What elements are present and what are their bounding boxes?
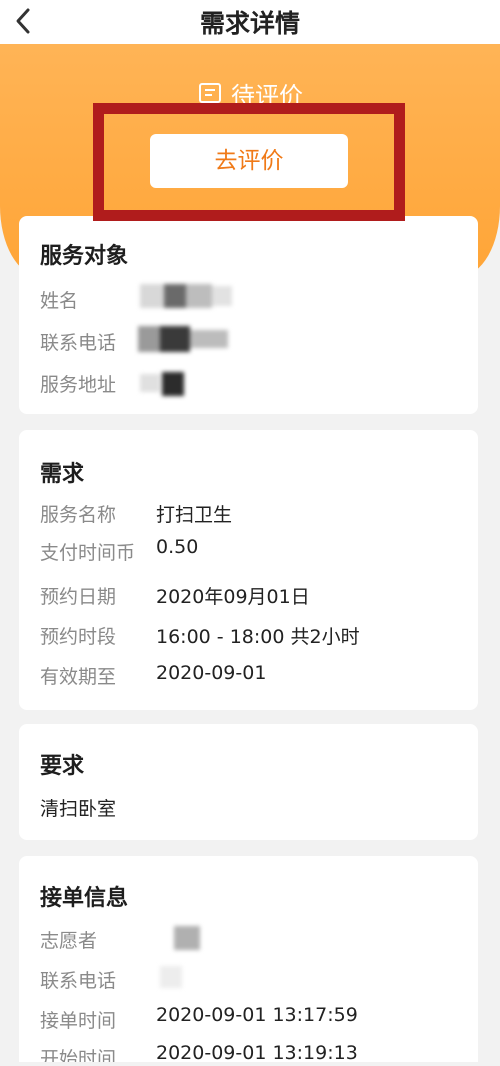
phone-value-redacted [138, 326, 228, 352]
row-value: 2020年09月01日 [156, 586, 310, 608]
row-value: 0.50 [156, 536, 199, 558]
volunteer-phone-row: 联系电话 [40, 966, 468, 994]
page-title: 需求详情 [199, 9, 300, 38]
address-label: 服务地址 [40, 374, 117, 396]
requirement-text: 清扫卧室 [40, 794, 468, 822]
row-label: 预约时段 [40, 626, 117, 648]
row-label: 预约日期 [40, 586, 117, 608]
row-value: 2020-09-01 13:17:59 [156, 1004, 358, 1026]
service-name-row: 服务名称 打扫卫生 [40, 500, 468, 528]
address-value-redacted [140, 368, 198, 398]
card-title: 需求 [40, 462, 85, 487]
row-label: 有效期至 [40, 666, 117, 688]
row-value: 2020-09-01 [156, 662, 267, 684]
card-title: 要求 [40, 754, 85, 779]
name-row: 姓名 [40, 284, 468, 314]
name-label: 姓名 [40, 290, 79, 312]
volunteer-label: 志愿者 [40, 930, 98, 952]
row-value: 16:00 - 18:00 共2小时 [156, 626, 360, 648]
payment-row: 支付时间币 0.50 [40, 536, 468, 566]
nav-bar: 需求详情 [0, 0, 500, 44]
row-value: 2020-09-01 13:19:13 [156, 1042, 358, 1064]
card-title: 服务对象 [40, 244, 129, 269]
date-row: 预约日期 2020年09月01日 [40, 582, 468, 610]
demand-card: 需求 服务名称 打扫卫生 支付时间币 0.50 预约日期 2020年09月01日… [19, 430, 478, 710]
name-value-redacted [140, 284, 232, 308]
phone-label: 联系电话 [40, 970, 117, 992]
phone-label: 联系电话 [40, 332, 117, 354]
highlight-box [93, 103, 405, 221]
time-slot-row: 预约时段 16:00 - 18:00 共2小时 [40, 622, 468, 650]
address-row: 服务地址 [40, 370, 468, 398]
volunteer-phone-redacted [160, 966, 184, 990]
phone-row: 联系电话 [40, 326, 468, 356]
row-label: 服务名称 [40, 504, 117, 526]
order-info-card: 接单信息 志愿者 联系电话 接单时间 2020-09-01 13:17:59 开… [19, 856, 478, 1066]
requirement-card: 要求 清扫卧室 [19, 724, 478, 840]
bottom-edge [0, 1062, 500, 1066]
card-title: 接单信息 [40, 886, 129, 911]
service-target-card: 服务对象 姓名 联系电话 服务地址 [19, 216, 478, 414]
row-value: 打扫卫生 [156, 504, 233, 526]
row-label: 接单时间 [40, 1010, 117, 1032]
valid-until-row: 有效期至 2020-09-01 [40, 662, 468, 690]
row-label: 支付时间币 [40, 542, 136, 564]
requirement-value: 清扫卧室 [40, 798, 117, 820]
accept-time-row: 接单时间 2020-09-01 13:17:59 [40, 1004, 468, 1034]
volunteer-row: 志愿者 [40, 926, 468, 954]
volunteer-value-redacted [168, 924, 208, 952]
